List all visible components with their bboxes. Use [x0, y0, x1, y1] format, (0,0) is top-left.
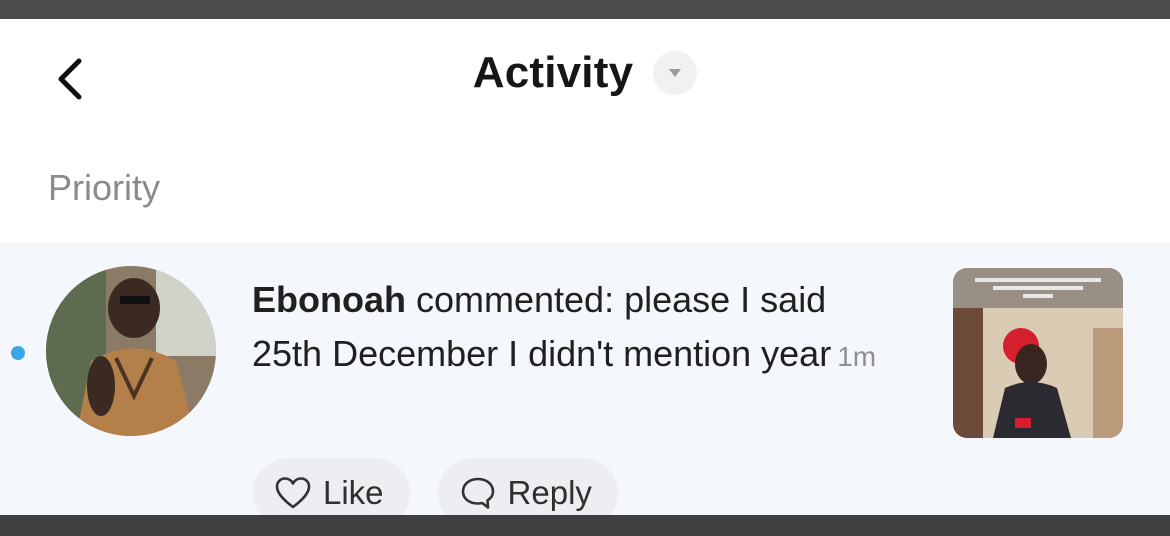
avatar[interactable]	[46, 266, 216, 436]
unread-indicator	[11, 346, 25, 360]
reply-button[interactable]: Reply	[437, 458, 618, 515]
comment-text: Ebonoah commented: please I said 25th De…	[252, 273, 892, 384]
device-frame-top	[0, 0, 1170, 19]
speech-bubble-icon	[461, 477, 494, 509]
header: Activity	[0, 43, 1170, 103]
video-thumbnail[interactable]	[953, 268, 1123, 438]
notification-row[interactable]: Ebonoah commented: please I said 25th De…	[0, 243, 1170, 515]
device-frame-bottom	[0, 515, 1170, 536]
timestamp: 1m	[837, 341, 877, 372]
avatar-image	[46, 266, 216, 436]
reply-label: Reply	[507, 474, 592, 511]
caret-down-icon[interactable]	[653, 51, 698, 95]
activity-screen: Activity Priority Ebonoah commented: ple…	[0, 19, 1170, 515]
activity-filter-dropdown[interactable]: Activity	[473, 48, 698, 98]
notification-actions: Like Reply	[253, 458, 618, 515]
thumbnail-image	[953, 268, 1123, 438]
username[interactable]: Ebonoah	[252, 279, 406, 320]
section-label-priority: Priority	[48, 167, 161, 208]
like-label: Like	[323, 474, 384, 511]
page-title: Activity	[472, 48, 634, 97]
heart-outline-icon	[275, 477, 311, 509]
like-button[interactable]: Like	[253, 458, 410, 515]
